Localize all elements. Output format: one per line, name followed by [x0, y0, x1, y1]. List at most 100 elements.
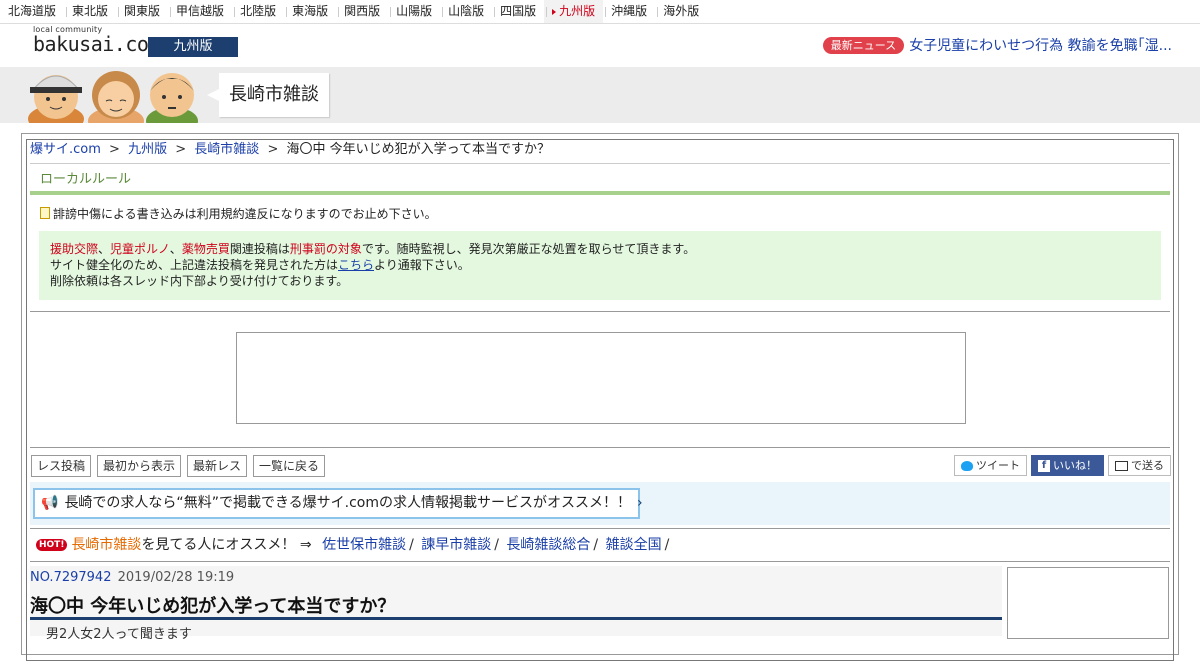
post-header: NO.7297942 2019/02/28 19:19: [30, 570, 234, 585]
local-rule-bar: [30, 191, 1170, 195]
region-tab-label: 関東版: [124, 4, 161, 18]
share-buttons: ツイート f いいね！ で送る: [954, 455, 1171, 476]
region-tab-label: 関西版: [344, 4, 381, 18]
post-body: 男2人女2人って聞きます: [46, 627, 192, 642]
region-tab-label: 東北版: [72, 4, 109, 18]
rec-separator: /: [494, 537, 499, 553]
region-tab[interactable]: 北海道版: [0, 0, 64, 23]
breadcrumb-home[interactable]: 爆サイ.com: [30, 142, 101, 157]
breadcrumb: 爆サイ.com > 九州版 > 長崎市雑談 > 海〇中 今年いじめ犯が入学って本…: [30, 142, 550, 158]
edition-badge[interactable]: 九州版: [148, 37, 238, 57]
board-title: 長崎市雑談: [207, 73, 329, 117]
rec-current-board[interactable]: 長崎市雑談: [71, 537, 141, 553]
breadcrumb-separator: >: [175, 142, 187, 157]
region-tab[interactable]: 九州版: [544, 0, 604, 23]
tweet-label: ツイート: [976, 459, 1020, 472]
rec-link[interactable]: 長崎雑談総合: [506, 537, 590, 553]
warning-term: 児童ポルノ: [110, 242, 170, 256]
active-marker-icon: [552, 8, 557, 15]
hot-badge: HOT!: [36, 539, 68, 551]
rule-notice: 誹謗中傷による書き込みは利用規約違反になりますのでお止め下さい。: [40, 205, 437, 222]
post-reply-button[interactable]: レス投稿: [31, 455, 92, 477]
divider: [30, 163, 1170, 164]
region-tab[interactable]: 海外版: [655, 0, 707, 23]
breadcrumb-separator: >: [109, 142, 120, 157]
rec-text: を見てる人にオススメ！ ⇒: [141, 537, 312, 553]
divider: [30, 561, 1170, 562]
mascot-characters-icon: [28, 71, 198, 123]
region-tab-label: 甲信越版: [176, 4, 225, 18]
region-tab-label: 北陸版: [240, 4, 277, 18]
like-button[interactable]: f いいね！: [1031, 455, 1104, 476]
divider: [30, 311, 1170, 312]
warning-text: より通報下さい。: [374, 258, 470, 272]
region-tab-label: 山陰版: [448, 4, 485, 18]
news-ticker[interactable]: 最新ニュース 女子児童にわいせつ行為 教諭を免職｢湿...: [822, 35, 1172, 55]
warning-term: 刑事罰の対象: [289, 242, 362, 256]
warning-comma: 、: [169, 242, 182, 256]
send-label: で送る: [1131, 459, 1164, 472]
rec-separator: /: [664, 537, 670, 553]
region-tab[interactable]: 東北版: [64, 0, 116, 23]
warning-comma: 、: [98, 242, 111, 256]
region-tab[interactable]: 北陸版: [232, 0, 284, 23]
rec-link[interactable]: 雑談全国: [606, 537, 662, 553]
tweet-button[interactable]: ツイート: [954, 455, 1027, 476]
twitter-icon: [961, 460, 973, 471]
warning-text: 関連投稿は: [229, 242, 290, 256]
region-tab[interactable]: 甲信越版: [168, 0, 232, 23]
warning-line-2: サイト健全化のため、上記違法投稿を発見された方はこちらより通報下さい。: [50, 257, 470, 273]
warning-text: です。随時監視し、発見次第厳正な処置を取らせて頂きます。: [361, 242, 696, 256]
region-tab[interactable]: 四国版: [492, 0, 544, 23]
region-tab[interactable]: 東海版: [284, 0, 336, 23]
rule-notice-text: 誹謗中傷による書き込みは利用規約違反になりますのでお止め下さい。: [53, 207, 437, 221]
back-to-list-button[interactable]: 一覧に戻る: [253, 455, 326, 477]
region-tab-label: 海外版: [663, 4, 700, 18]
warning-text: サイト健全化のため、上記違法投稿を発見された方は: [50, 258, 339, 272]
logo-text: bakusai.com: [33, 32, 160, 56]
divider: [30, 447, 1170, 448]
ad-slot[interactable]: [236, 332, 966, 424]
rec-link[interactable]: 諫早市雑談: [421, 537, 491, 553]
region-tab[interactable]: 関西版: [336, 0, 388, 23]
view-from-start-button[interactable]: 最初から表示: [97, 455, 182, 477]
warning-term: 薬物売買: [181, 242, 230, 256]
region-tab-label: 東海版: [292, 4, 329, 18]
region-tab[interactable]: 山陽版: [388, 0, 440, 23]
region-tab-label: 山陽版: [396, 4, 433, 18]
post-number[interactable]: NO.7297942: [30, 570, 111, 585]
news-badge: 最新ニュース: [822, 36, 905, 54]
region-tab[interactable]: 沖縄版: [603, 0, 655, 23]
region-tab-label: 沖縄版: [611, 4, 648, 18]
region-tab[interactable]: 山陰版: [440, 0, 492, 23]
like-label: いいね！: [1053, 459, 1097, 472]
thread-buttons: レス投稿 最初から表示 最新レス 一覧に戻る: [31, 455, 326, 477]
mail-icon: [1115, 460, 1128, 471]
breadcrumb-thread: 海〇中 今年いじめ犯が入学って本当ですか？: [286, 142, 550, 157]
warning-term: 援助交際: [50, 242, 99, 256]
region-tab-label: 四国版: [500, 4, 537, 18]
news-headline[interactable]: 女子児童にわいせつ行為 教諭を免職｢湿...: [909, 35, 1172, 55]
site-logo[interactable]: local community bakusai.com: [33, 25, 160, 56]
rec-link[interactable]: 佐世保市雑談: [322, 537, 406, 553]
warning-line-1: 援助交際、児童ポルノ、薬物売買関連投稿は刑事罰の対象です。随時監視し、発見次第厳…: [50, 241, 695, 257]
divider: [30, 528, 1170, 529]
latest-replies-button[interactable]: 最新レス: [187, 455, 248, 477]
rec-separator: /: [593, 537, 599, 553]
breadcrumb-region[interactable]: 九州版: [128, 142, 167, 157]
warning-line-3: 削除依頼は各スレッド内下部より受け付けております。: [50, 274, 349, 288]
job-banner-text: 長崎での求人なら“無料”で掲載できる爆サイ.comの求人情報掲載サービスがオスス…: [64, 495, 632, 511]
job-banner[interactable]: 📢 長崎での求人なら“無料”で掲載できる爆サイ.comの求人情報掲載サービスがオス…: [33, 488, 643, 519]
send-button[interactable]: で送る: [1108, 455, 1171, 476]
breadcrumb-board[interactable]: 長崎市雑談: [194, 142, 259, 157]
local-rule-title: ローカルルール: [40, 172, 132, 187]
region-tab-label: 北海道版: [8, 4, 57, 18]
side-ad-slot[interactable]: [1007, 567, 1169, 639]
report-link[interactable]: こちら: [338, 258, 374, 272]
megaphone-icon: 📢: [41, 495, 59, 511]
post-date: 2019/02/28 19:19: [117, 570, 235, 585]
post-title-bar: [30, 617, 1002, 620]
warning-box: 援助交際、児童ポルノ、薬物売買関連投稿は刑事罰の対象です。随時監視し、発見次第厳…: [39, 231, 1161, 300]
chevron-right-icon: ›: [637, 495, 643, 511]
region-tab[interactable]: 関東版: [116, 0, 168, 23]
